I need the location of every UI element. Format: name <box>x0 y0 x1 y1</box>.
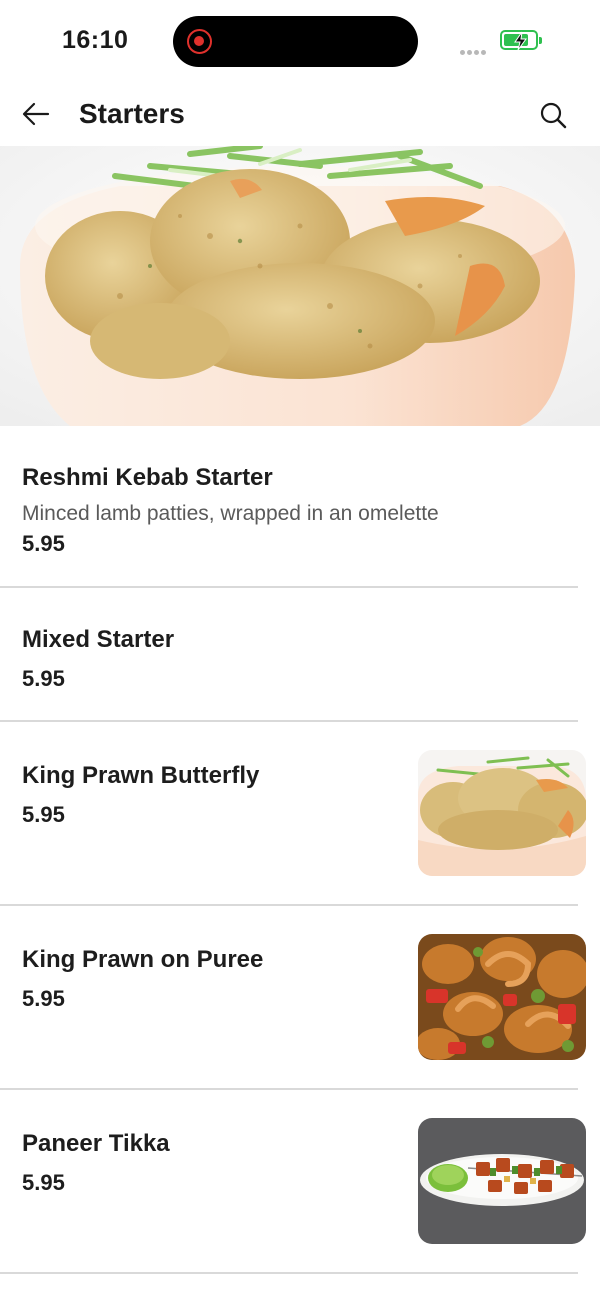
search-button[interactable] <box>538 100 570 132</box>
item-price: 5.95 <box>22 666 65 691</box>
status-time: 16:10 <box>62 26 129 54</box>
menu-item[interactable]: King Prawn Butterfly 5.95 <box>0 722 586 906</box>
signal-icon <box>460 42 488 60</box>
item-name: Reshmi Kebab Starter <box>22 464 273 491</box>
breaded-prawns-photo <box>418 750 586 876</box>
recording-indicator-icon <box>187 29 212 54</box>
search-icon <box>540 102 567 129</box>
item-price: 5.95 <box>22 986 65 1011</box>
item-price: 5.95 <box>22 802 65 827</box>
page-title: Starters <box>79 98 185 129</box>
item-description: Minced lamb patties, wrapped in an omele… <box>22 502 439 525</box>
dynamic-island <box>173 16 418 67</box>
top-app-bar: Starters <box>0 84 600 146</box>
item-price: 5.95 <box>22 531 65 556</box>
prawn-curry-photo <box>418 934 586 1060</box>
category-hero-image <box>0 146 600 426</box>
menu-item[interactable]: Mixed Starter 5.95 <box>0 588 578 722</box>
item-name: King Prawn on Puree <box>22 946 264 973</box>
menu-item[interactable]: Reshmi Kebab Starter Minced lamb patties… <box>0 426 578 588</box>
status-bar: 16:10 <box>0 0 600 84</box>
item-price: 5.95 <box>22 1170 65 1195</box>
menu-item[interactable]: King Prawn on Puree 5.95 <box>0 906 586 1090</box>
battery-icon <box>500 30 542 51</box>
menu-list: Reshmi Kebab Starter Minced lamb patties… <box>0 426 600 1274</box>
arrow-left-icon <box>22 102 50 126</box>
item-name: Paneer Tikka <box>22 1130 170 1157</box>
menu-item[interactable]: Paneer Tikka 5.95 <box>0 1090 586 1274</box>
paneer-skewers-photo <box>418 1118 586 1244</box>
item-name: Mixed Starter <box>22 626 175 653</box>
back-button[interactable] <box>18 98 54 130</box>
charging-bolt-icon <box>514 31 527 51</box>
item-name: King Prawn Butterfly <box>22 762 260 789</box>
